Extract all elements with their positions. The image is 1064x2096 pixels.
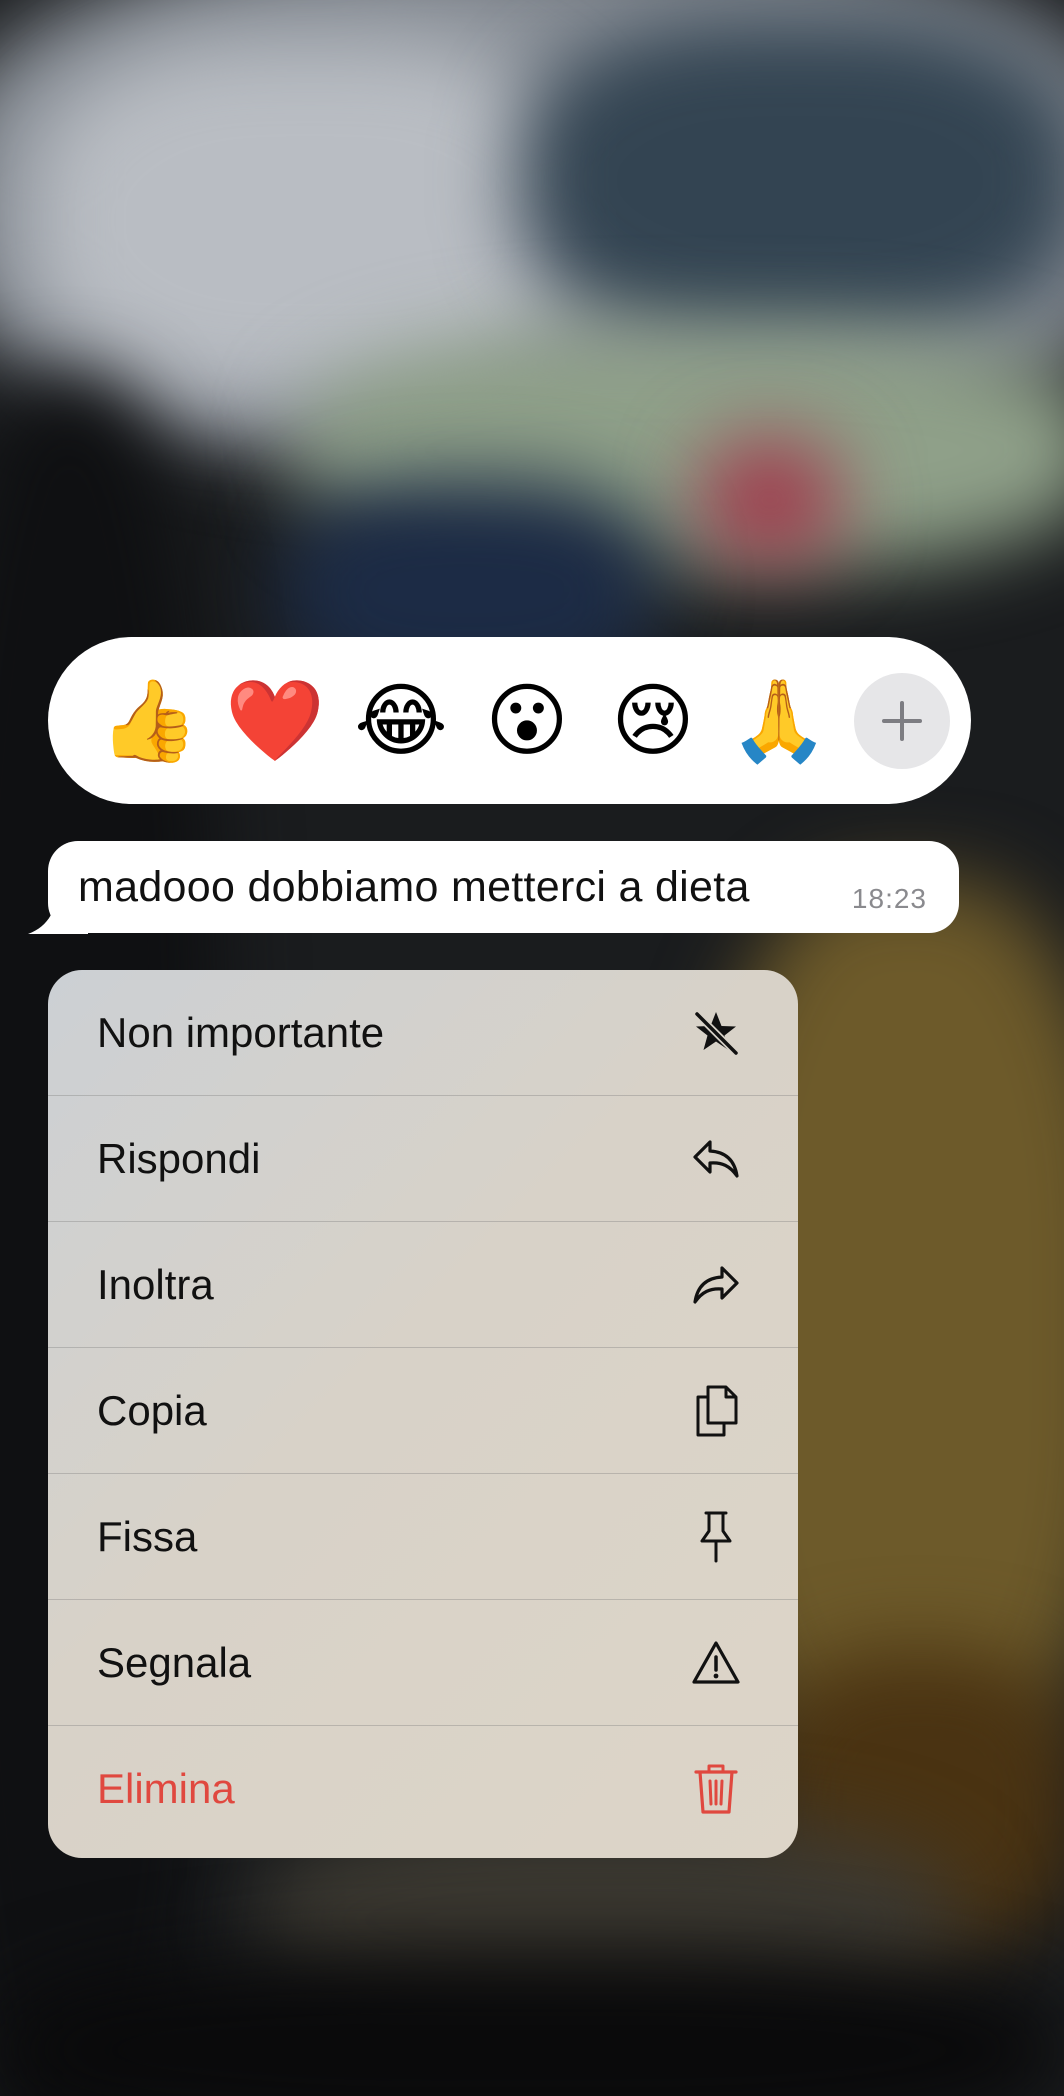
pin-icon — [688, 1509, 744, 1565]
reply-icon — [688, 1131, 744, 1187]
menu-item-reply[interactable]: Rispondi — [48, 1096, 798, 1222]
context-menu: Non importante Rispondi Inoltra Copia Fi… — [48, 970, 798, 1858]
menu-item-label: Fissa — [97, 1512, 198, 1560]
heart-emoji[interactable]: ❤️ — [212, 658, 338, 784]
message-timestamp: 18:23 — [851, 883, 927, 914]
menu-item-report[interactable]: Segnala — [48, 1600, 798, 1726]
forward-icon — [688, 1257, 744, 1313]
thumbs-up-emoji[interactable]: 👍 — [86, 658, 212, 784]
warning-icon — [688, 1635, 744, 1691]
menu-item-label: Rispondi — [97, 1134, 261, 1182]
menu-item-pin[interactable]: Fissa — [48, 1474, 798, 1600]
menu-item-label: Non importante — [97, 1008, 385, 1056]
menu-item-label: Inoltra — [97, 1260, 214, 1308]
menu-item-label: Copia — [97, 1386, 207, 1434]
more-reactions-button[interactable] — [854, 672, 950, 769]
message-bubble[interactable]: madooo dobbiamo metterci a dieta 18:23 — [48, 841, 959, 933]
pray-emoji[interactable]: 🙏 — [716, 658, 842, 784]
unstar-icon — [688, 1005, 744, 1061]
surprised-emoji[interactable]: 😮 — [464, 658, 590, 784]
copy-icon — [688, 1383, 744, 1439]
menu-item-label: Segnala — [97, 1638, 252, 1686]
menu-item-copy[interactable]: Copia — [48, 1348, 798, 1474]
menu-item-label: Elimina — [97, 1765, 235, 1812]
trash-icon — [688, 1761, 744, 1817]
message-text: madooo dobbiamo metterci a dieta — [78, 863, 750, 911]
menu-item-unstar[interactable]: Non importante — [48, 970, 798, 1096]
reaction-bar: 👍 ❤️ 😂 😮 😢 🙏 — [48, 637, 971, 804]
menu-item-delete[interactable]: Elimina — [48, 1726, 798, 1852]
menu-item-forward[interactable]: Inoltra — [48, 1222, 798, 1348]
laughing-emoji[interactable]: 😂 — [338, 658, 464, 784]
plus-icon — [882, 700, 922, 741]
sad-emoji[interactable]: 😢 — [590, 658, 716, 784]
